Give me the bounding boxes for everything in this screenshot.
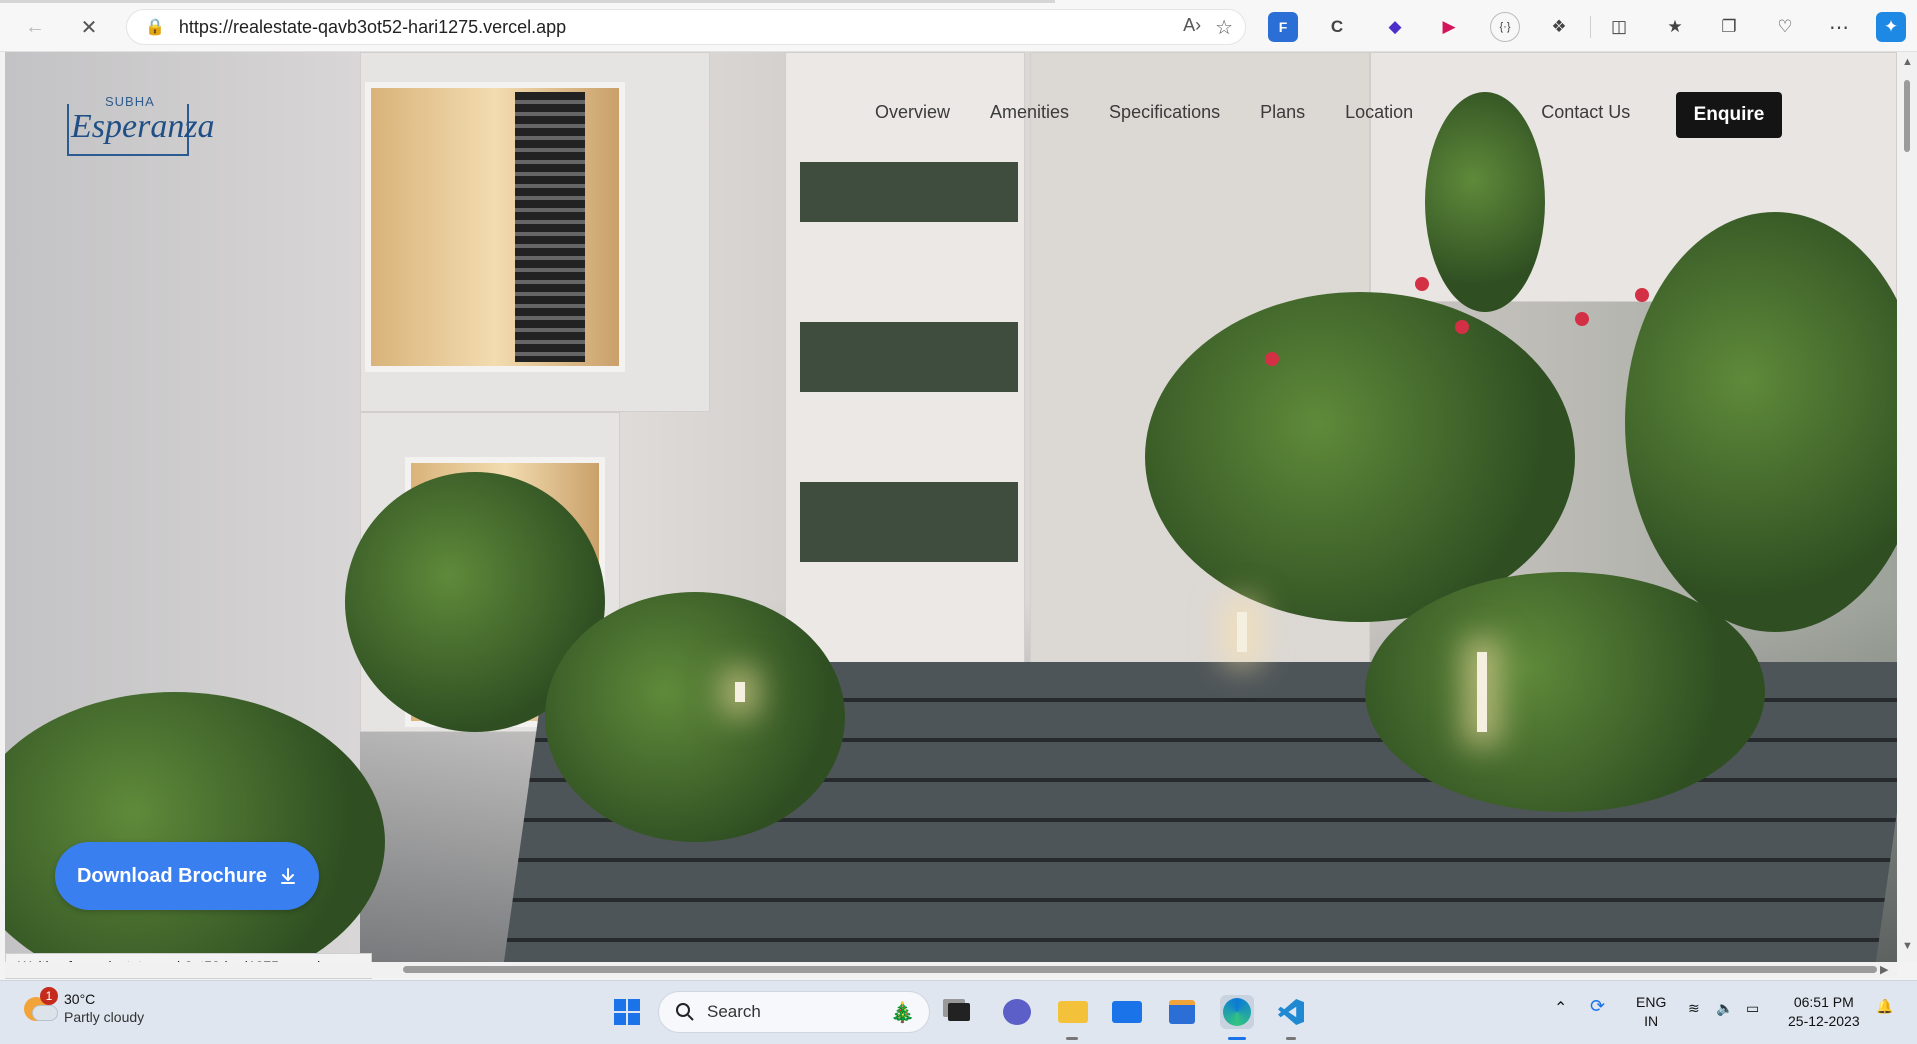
lock-icon[interactable]: 🔒 [145,17,165,37]
logo-top-text: SUBHA [105,94,155,109]
extensions-puzzle-icon[interactable]: ❖ [1544,12,1574,42]
show-hidden-icons-chevron-icon[interactable]: ⌃ [1554,999,1567,1018]
windows-taskbar: 1 30°C Partly cloudy Search 🎄 ⌃ ⟳ ENG IN… [0,980,1917,1044]
start-windows-icon[interactable] [610,995,644,1029]
weather-widget[interactable]: 1 30°C Partly cloudy [24,987,145,1025]
file-explorer-icon[interactable] [1056,995,1090,1029]
nav-location[interactable]: Location [1345,102,1413,123]
site-navigation: Overview Amenities Specifications Plans … [875,102,1670,123]
weather-temperature: 30°C [64,991,96,1007]
wifi-icon[interactable]: ≋ [1688,999,1700,1018]
vertical-scroll-thumb[interactable] [1904,80,1910,152]
back-arrow-icon[interactable]: ← [20,12,50,42]
language-indicator[interactable]: ENG IN [1636,993,1666,1031]
enquire-button[interactable]: Enquire [1676,92,1782,138]
extension-c-icon[interactable]: C [1322,12,1352,42]
weather-notification-badge: 1 [40,987,58,1005]
extension-braces-icon[interactable]: {·} [1490,12,1520,42]
extension-fi-icon[interactable]: F [1268,12,1298,42]
sync-refresh-icon[interactable]: ⟳ [1590,997,1605,1016]
scroll-up-icon[interactable]: ▲ [1902,56,1913,68]
page-viewport: SUBHA Esperanza Overview Amenities Speci… [5,52,1897,962]
weather-description: Partly cloudy [64,1009,145,1025]
nav-plans[interactable]: Plans [1260,102,1305,123]
address-bar[interactable]: 🔒 https://realestate-qavb3ot52-hari1275.… [126,9,1246,45]
collections-icon[interactable]: ❐ [1714,12,1744,42]
split-screen-icon[interactable]: ◫ [1604,12,1634,42]
more-menu-icon[interactable]: ⋯ [1824,12,1854,42]
stop-loading-icon[interactable]: ✕ [74,12,104,42]
url-text: https://realestate-qavb3ot52-hari1275.ve… [178,16,567,37]
battery-icon[interactable]: ▭ [1746,999,1759,1018]
copilot-icon[interactable]: ✦ [1876,12,1906,42]
clock-time: 06:51 PM [1793,994,1854,1010]
volume-icon[interactable]: 🔈 [1716,999,1733,1018]
scroll-right-icon[interactable]: ▶ [1880,963,1888,976]
language-code: ENG [1636,994,1667,1010]
clock[interactable]: 06:51 PM 25-12-2023 [1788,993,1860,1031]
clock-date: 25-12-2023 [1788,1013,1860,1029]
holiday-search-highlight-icon: 🎄 [890,1002,915,1024]
site-logo[interactable]: SUBHA Esperanza [65,90,215,165]
favorite-star-icon[interactable]: ☆ [1215,15,1233,40]
nav-overview[interactable]: Overview [875,102,950,123]
horizontal-scroll-thumb[interactable] [403,966,1877,973]
extension-shape-icon[interactable]: ◆ [1380,12,1410,42]
edge-browser-icon[interactable] [1220,995,1254,1029]
language-region: IN [1644,1013,1659,1029]
microsoft-store-icon[interactable] [1165,995,1199,1029]
search-icon [676,1003,694,1021]
favorites-icon[interactable]: ★ [1660,12,1690,42]
download-brochure-label: Download Brochure [76,864,267,887]
loading-progress [0,0,1055,3]
extension-play-icon[interactable]: ▶ [1434,12,1464,42]
read-aloud-icon[interactable]: A› [1183,15,1201,40]
nav-contact-us[interactable]: Contact Us [1541,102,1630,123]
teams-chat-icon[interactable] [1000,995,1034,1029]
nav-specifications[interactable]: Specifications [1109,102,1220,123]
taskbar-search[interactable]: Search 🎄 [658,991,930,1033]
browser-essentials-icon[interactable]: ♡ [1770,12,1800,42]
task-view-icon[interactable] [942,995,976,1029]
nav-amenities[interactable]: Amenities [990,102,1069,123]
notification-bell-icon[interactable]: 🔔 [1876,997,1893,1016]
download-icon [281,868,295,884]
logo-main-text: Esperanza [71,108,215,145]
vertical-scrollbar[interactable] [1897,52,1917,962]
search-label: Search [707,1002,761,1021]
weather-partly-cloudy-icon: 1 [24,987,58,1023]
scroll-down-icon[interactable]: ▼ [1902,940,1913,952]
download-brochure-button[interactable]: Download Brochure [55,842,319,910]
vscode-icon[interactable] [1274,995,1308,1029]
toolbar-divider [1590,16,1591,38]
mail-icon[interactable] [1110,995,1144,1029]
browser-toolbar: ← ✕ 🔒 https://realestate-qavb3ot52-hari1… [0,0,1917,52]
